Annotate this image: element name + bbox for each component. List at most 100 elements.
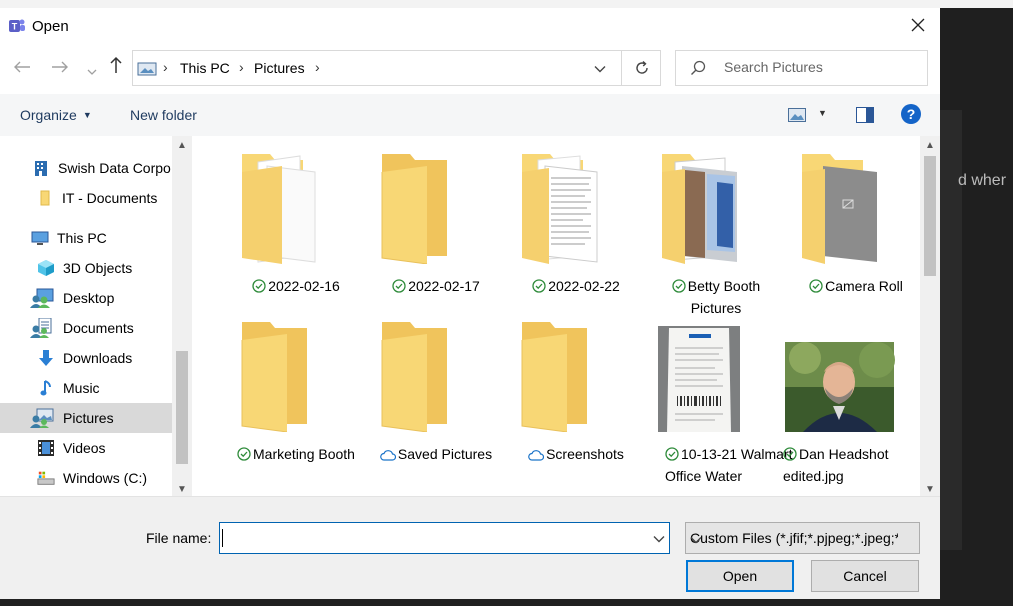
file-tile-marketing-booth[interactable]: Marketing Booth — [225, 320, 365, 490]
nav-item-music[interactable]: Music — [0, 373, 192, 403]
file-type-select[interactable]: Custom Files (*.jfif;*.pjpeg;*.jpeg;*.pj… — [685, 522, 920, 554]
folder-photo-icon — [645, 152, 785, 264]
preview-pane-icon — [856, 107, 874, 123]
chevron-down-icon[interactable] — [653, 530, 665, 546]
change-view-button[interactable] — [788, 108, 806, 125]
folder-docs-icon — [225, 152, 365, 264]
organize-label: Organize — [20, 107, 77, 123]
nav-item-this-pc[interactable]: This PC — [0, 223, 192, 253]
file-name: Betty Booth Pictures — [687, 278, 761, 316]
forward-arrow-icon[interactable] — [49, 58, 71, 79]
navigation-bar: › This PC › Pictures › — [0, 44, 940, 94]
nav-item-windows-c[interactable]: Windows (C:) — [0, 463, 192, 493]
recent-locations-chevron-icon[interactable] — [81, 60, 103, 81]
background-window-edge — [0, 0, 1013, 8]
view-thumbnail-icon — [788, 108, 806, 122]
synced-check-icon — [237, 446, 251, 466]
help-button[interactable]: ? — [901, 104, 921, 124]
folder-text-icon — [505, 152, 645, 264]
chevron-down-icon — [690, 531, 898, 547]
nav-item-label: Windows (C:) — [63, 470, 148, 486]
nav-item-it-documents[interactable]: IT - Documents — [0, 183, 192, 213]
organize-button[interactable]: Organize ▼ — [20, 107, 92, 123]
file-tile-2022-02-22[interactable]: 2022-02-22 — [505, 152, 645, 322]
file-caption: Saved Pictures — [371, 444, 501, 466]
nav-item-videos[interactable]: Videos — [0, 433, 192, 463]
file-caption: Camera Roll — [791, 276, 920, 298]
scrollbar-thumb[interactable] — [924, 156, 936, 276]
scroll-down-icon[interactable]: ▼ — [920, 484, 940, 495]
file-tile-saved-pictures[interactable]: Saved Pictures — [365, 320, 505, 490]
file-tile-screenshots[interactable]: Screenshots — [505, 320, 645, 490]
nav-item-label: Music — [63, 380, 100, 396]
breadcrumb-this-pc[interactable]: This PC — [180, 60, 230, 76]
file-name: 10-13-21 Walmart Office Water — [665, 446, 793, 484]
nav-item-label: Documents — [63, 320, 134, 336]
search-input[interactable] — [724, 59, 919, 75]
synced-check-icon — [665, 446, 679, 466]
cancel-button[interactable]: Cancel — [811, 560, 919, 592]
nav-item-downloads[interactable]: Downloads — [0, 343, 192, 373]
file-tile-betty-booth-pictures[interactable]: Betty Booth Pictures — [645, 152, 785, 322]
video-film-icon — [37, 439, 55, 457]
desktop-icon — [29, 288, 55, 308]
file-tile-2022-02-16[interactable]: 2022-02-16 — [225, 152, 365, 322]
file-name: 2022-02-22 — [548, 278, 620, 294]
folder-gray-icon — [785, 152, 920, 264]
dialog-footer: File name: Custom Files (*.jfif;*.pjpeg;… — [0, 496, 940, 599]
pictures-icon — [29, 408, 55, 428]
close-button[interactable] — [896, 8, 940, 44]
caret-down-icon: ▼ — [82, 110, 92, 120]
synced-check-icon — [252, 278, 266, 298]
file-name: Marketing Booth — [253, 446, 355, 462]
nav-item-label: IT - Documents — [62, 190, 158, 206]
address-bar[interactable]: › This PC › Pictures › — [132, 50, 661, 86]
breadcrumb-chevron-icon[interactable]: › — [163, 59, 168, 75]
file-tile-walmart-receipt[interactable]: 10-13-21 Walmart Office Water — [645, 320, 793, 490]
nav-item-3d-objects[interactable]: 3D Objects — [0, 253, 192, 283]
file-view-scrollbar[interactable]: ▲ ▼ — [920, 136, 940, 496]
address-divider — [621, 51, 622, 85]
file-name-input[interactable] — [223, 529, 643, 545]
scrollbar-thumb[interactable] — [176, 351, 188, 464]
synced-check-icon — [809, 278, 823, 298]
file-name: 2022-02-17 — [408, 278, 480, 294]
scroll-up-icon[interactable]: ▲ — [920, 140, 940, 151]
folder-icon — [36, 189, 54, 207]
file-caption: 2022-02-22 — [511, 276, 641, 298]
file-name-combobox[interactable] — [219, 522, 670, 554]
breadcrumb-chevron-icon[interactable]: › — [315, 59, 320, 75]
nav-item-pictures[interactable]: Pictures — [0, 403, 192, 433]
file-tile-dan-headshot[interactable]: Dan Headshot edited.jpg — [783, 320, 920, 490]
portrait-image-thumbnail — [785, 320, 920, 432]
scroll-down-icon[interactable]: ▼ — [172, 484, 192, 495]
folder-icon — [365, 320, 505, 433]
preview-pane-button[interactable] — [856, 107, 874, 126]
cloud-icon — [380, 446, 396, 466]
open-dialog: T Open › This PC › Pictures › Search Pic… — [0, 8, 940, 599]
nav-item-desktop[interactable]: Desktop — [0, 283, 192, 313]
nav-item-documents[interactable]: Documents — [0, 313, 192, 343]
svg-text:T: T — [12, 22, 18, 32]
file-tile-camera-roll[interactable]: Camera Roll — [785, 152, 920, 322]
close-icon — [911, 15, 925, 38]
scroll-up-icon[interactable]: ▲ — [172, 140, 192, 151]
new-folder-button[interactable]: New folder — [130, 107, 197, 123]
background-partial-text: d wher — [958, 172, 1007, 189]
background-bottom — [0, 598, 940, 606]
synced-check-icon — [532, 278, 546, 298]
open-button[interactable]: Open — [686, 560, 794, 592]
nav-item-swish-data[interactable]: Swish Data Corpo — [0, 153, 192, 183]
address-dropdown-button[interactable] — [588, 57, 612, 81]
refresh-button[interactable] — [623, 51, 661, 85]
up-arrow-icon[interactable] — [105, 56, 127, 79]
title-bar: T Open — [0, 8, 940, 44]
search-box[interactable] — [675, 50, 928, 86]
view-options-caret-icon[interactable]: ▼ — [818, 108, 827, 118]
file-tile-2022-02-17[interactable]: 2022-02-17 — [365, 152, 505, 322]
nav-pane-scrollbar[interactable]: ▲ ▼ — [172, 136, 192, 496]
breadcrumb-chevron-icon[interactable]: › — [239, 59, 244, 75]
breadcrumb-pictures[interactable]: Pictures — [254, 60, 305, 76]
file-caption: 2022-02-17 — [371, 276, 501, 298]
back-arrow-icon[interactable] — [11, 58, 33, 79]
